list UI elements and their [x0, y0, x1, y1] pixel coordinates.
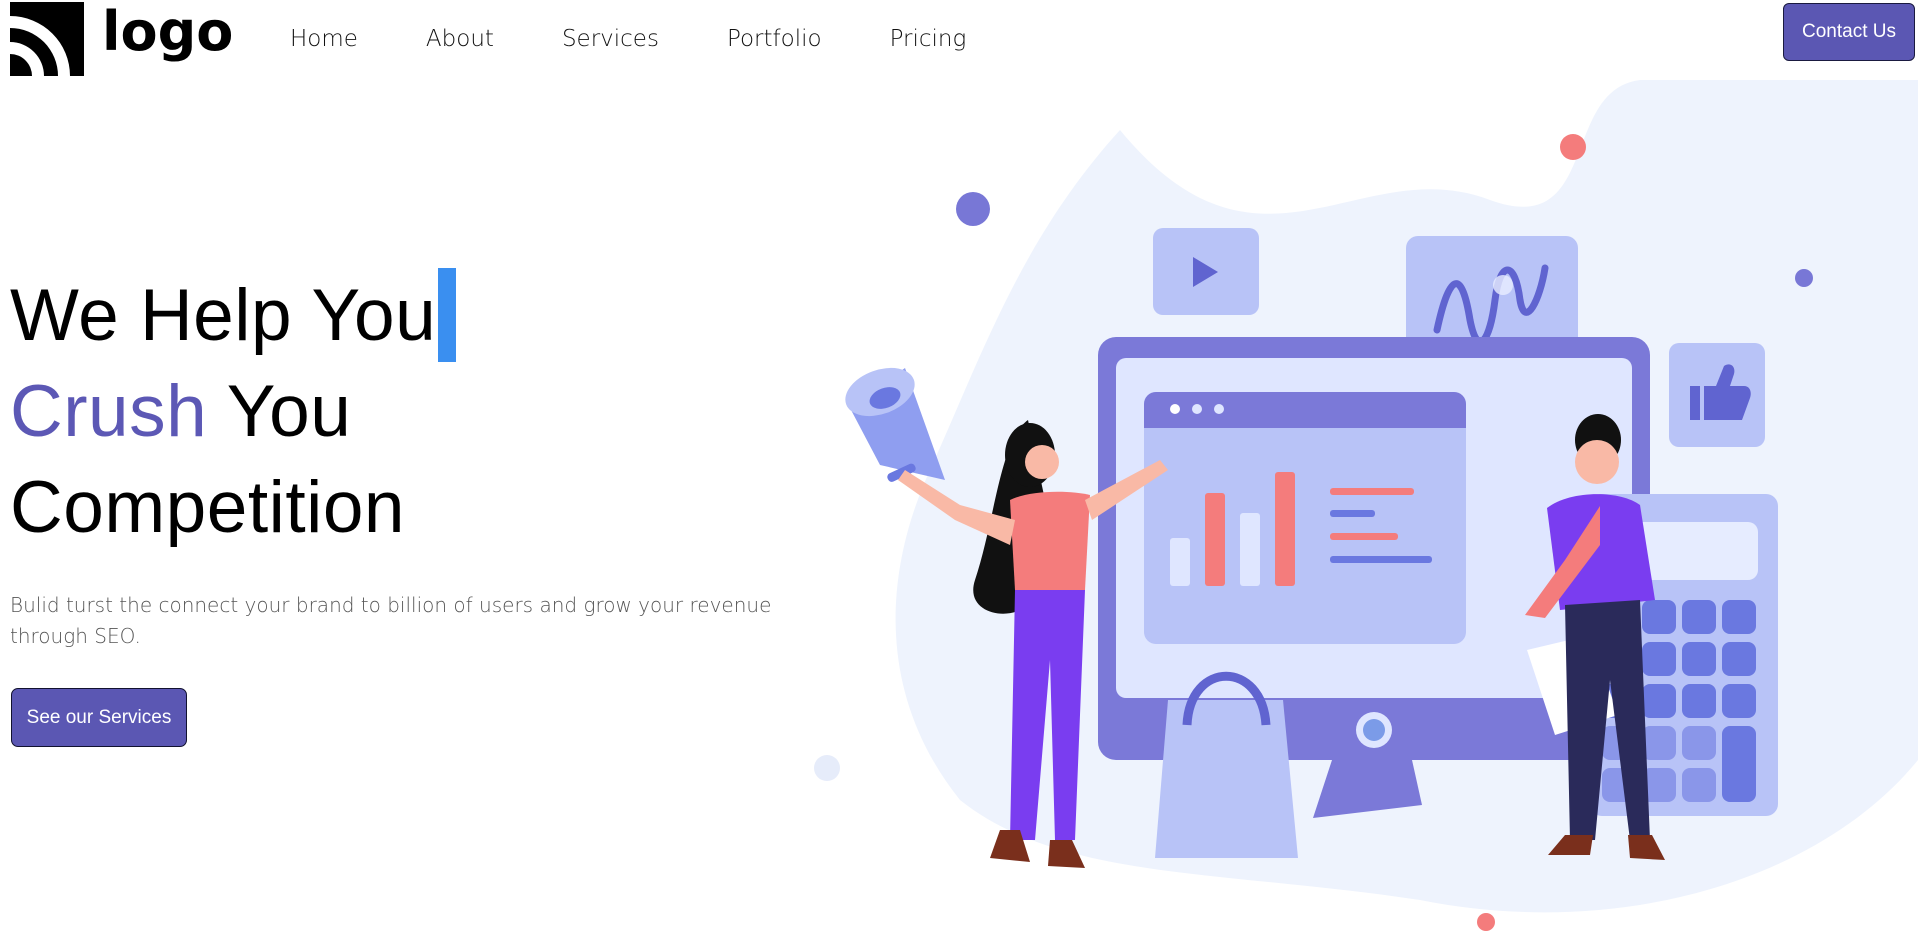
- main-nav: Home About Services Portfolio Pricing: [290, 26, 1034, 52]
- dot: [956, 192, 990, 226]
- headline-line-1: We Help You: [10, 275, 437, 356]
- dot: [1560, 134, 1586, 160]
- dot: [814, 755, 840, 781]
- hero-headline: We Help You Crush You Competition: [10, 268, 457, 556]
- nav-pricing[interactable]: Pricing: [890, 26, 967, 52]
- play-card: [1153, 228, 1259, 315]
- nav-about[interactable]: About: [426, 26, 494, 52]
- contact-us-button[interactable]: Contact Us: [1783, 3, 1915, 61]
- hero-description: Bulid turst the connect your brand to bi…: [10, 593, 772, 648]
- megaphone-icon: [845, 367, 945, 482]
- nav-home[interactable]: Home: [290, 26, 358, 52]
- headline-accent-word: Crush: [10, 371, 208, 452]
- dot: [1477, 913, 1495, 931]
- headline-line-3: Competition: [10, 467, 406, 548]
- shopping-bag-icon: [1155, 671, 1298, 858]
- typing-cursor: [438, 268, 457, 362]
- hero-illustration: [814, 80, 1918, 931]
- headline-line-2: You: [207, 371, 352, 452]
- dot: [1795, 269, 1813, 287]
- nav-portfolio[interactable]: Portfolio: [727, 26, 822, 52]
- nav-services[interactable]: Services: [562, 26, 659, 52]
- see-services-button[interactable]: See our Services: [11, 688, 187, 747]
- like-card: [1669, 343, 1765, 447]
- site-logo[interactable]: logo: [10, 2, 233, 76]
- rss-logo-icon: [10, 2, 84, 76]
- logo-text: logo: [102, 0, 234, 63]
